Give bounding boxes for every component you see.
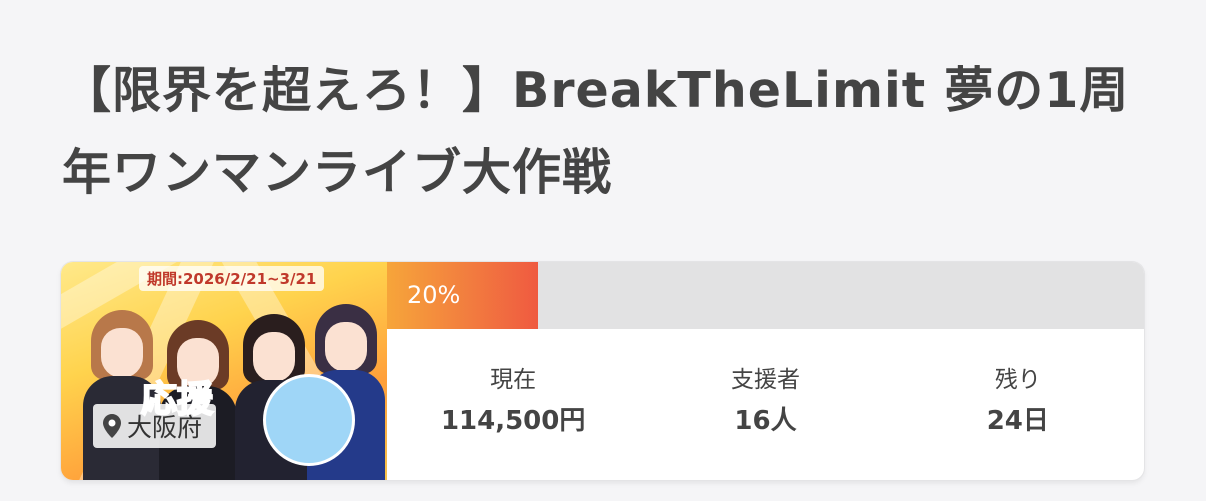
stat-value: 24日 [986, 406, 1049, 436]
stat-label: 残り [994, 367, 1041, 393]
stat-label: 現在 [490, 367, 537, 393]
stats-row: 現在 114,500円 支援者 16人 残り 24日 [387, 329, 1144, 480]
stat-value: 114,500円 [440, 406, 586, 436]
map-pin-icon [103, 414, 121, 438]
progress-label: 20% [407, 281, 461, 309]
thumbnail-balloon [263, 374, 355, 466]
location-badge: 大阪府 [93, 404, 217, 448]
stat-remaining: 残り 24日 [892, 329, 1144, 480]
thumbnail-period: 期間:2026/2/21~3/21 [139, 266, 325, 291]
project-thumbnail[interactable]: 期間:2026/2/21~3/21 応援 大阪府 [61, 262, 387, 480]
stat-supporters: 支援者 16人 [639, 329, 891, 480]
location-label: 大阪府 [127, 413, 203, 442]
project-card[interactable]: 期間:2026/2/21~3/21 応援 大阪府 20% 現在 114,500円… [61, 262, 1144, 480]
stat-label: 支援者 [730, 367, 800, 393]
stat-current: 現在 114,500円 [387, 329, 639, 480]
project-title[interactable]: 【限界を超えろ！】BreakTheLimit 夢の1周年ワンマンライブ大作戦 [62, 50, 1142, 214]
project-page: 【限界を超えろ！】BreakTheLimit 夢の1周年ワンマンライブ大作戦 期… [0, 0, 1206, 501]
progress-bar: 20% [387, 262, 1144, 329]
stat-value: 16人 [734, 406, 797, 436]
